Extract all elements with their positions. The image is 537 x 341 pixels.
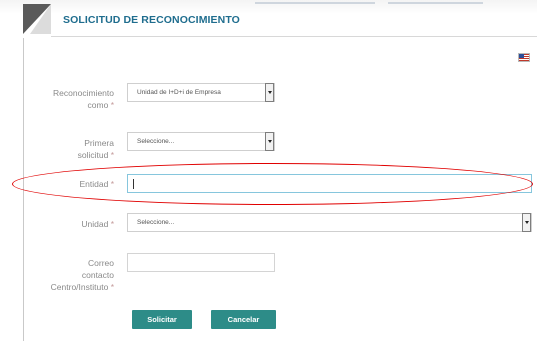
correo-input[interactable] (127, 253, 275, 272)
reconocimiento-select[interactable]: Unidad de I+D+i de Empresa (127, 83, 275, 102)
unidad-select-value: Seleccione... (137, 219, 175, 226)
required-marker: * (110, 219, 114, 229)
cancelar-button[interactable]: Cancelar (211, 310, 276, 329)
top-decoration (255, 2, 375, 4)
chevron-down-icon[interactable] (265, 83, 274, 102)
chevron-down-icon[interactable] (265, 132, 274, 151)
entidad-label: Entidad * (14, 178, 114, 190)
primera-solicitud-label-line2: solicitud (77, 150, 109, 160)
required-marker: * (110, 150, 114, 160)
primera-solicitud-label-line1: Primera (84, 138, 114, 148)
primera-solicitud-select[interactable]: Seleccione... (127, 132, 275, 151)
us-flag-icon[interactable] (518, 53, 530, 62)
required-marker: * (110, 282, 114, 292)
top-decoration (388, 2, 483, 4)
primera-solicitud-select-value: Seleccione... (137, 138, 175, 145)
unidad-label-text: Unidad (81, 219, 109, 229)
entidad-label-text: Entidad (79, 179, 109, 189)
solicitar-button[interactable]: Solicitar (132, 310, 192, 329)
page-title: SOLICITUD DE RECONOCIMIENTO (63, 14, 240, 26)
correo-label-line3: Centro/Instituto (50, 282, 109, 292)
required-marker: * (110, 100, 114, 110)
unidad-select[interactable]: Seleccione... (127, 213, 532, 232)
entidad-input[interactable] (127, 174, 532, 193)
required-marker: * (110, 179, 114, 189)
correo-label: Correo contacto Centro/Instituto * (14, 257, 114, 293)
top-strip (0, 0, 537, 14)
reconocimiento-label-line2: como (87, 100, 109, 110)
chevron-down-icon[interactable] (522, 213, 531, 232)
correo-label-line1: Correo (88, 258, 114, 268)
unidad-label: Unidad * (14, 218, 114, 230)
reconocimiento-label: Reconocimiento como * (14, 87, 114, 111)
title-divider (51, 36, 537, 37)
primera-solicitud-label: Primera solicitud * (14, 137, 114, 161)
reconocimiento-label-line1: Reconocimiento (53, 88, 114, 98)
reconocimiento-select-value: Unidad de I+D+i de Empresa (137, 89, 221, 96)
text-cursor (133, 179, 134, 189)
correo-label-line2: contacto (81, 270, 114, 280)
